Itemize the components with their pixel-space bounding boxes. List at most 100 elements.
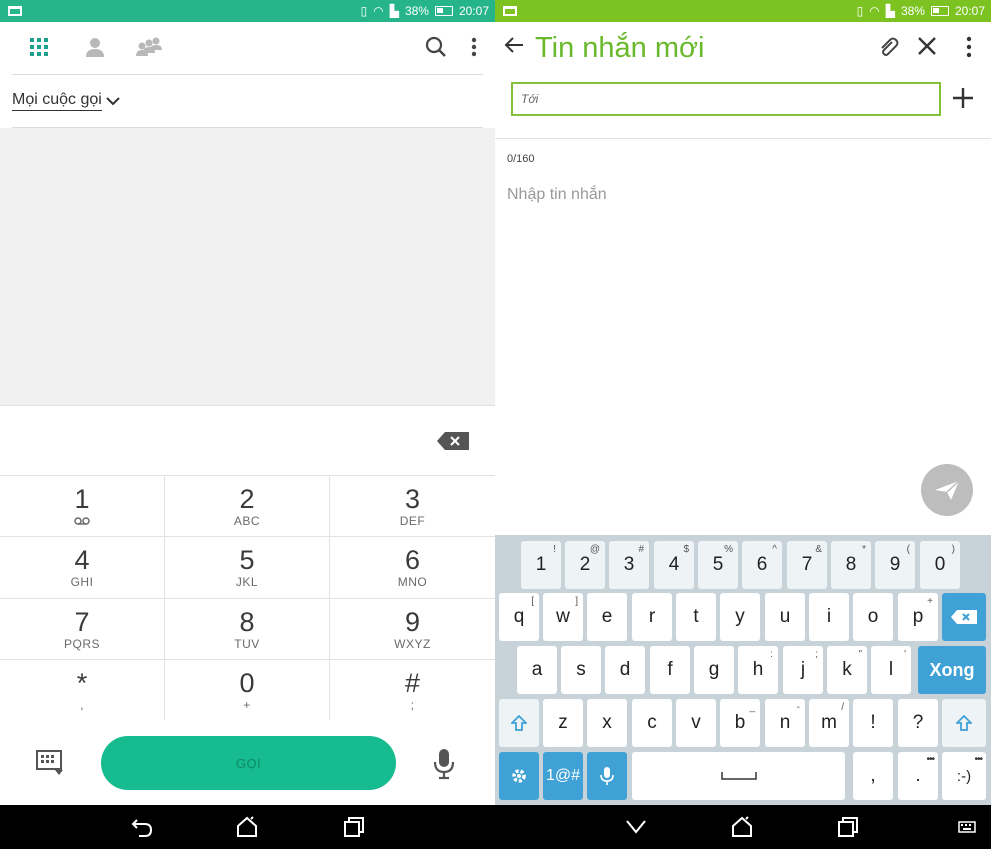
key-2[interactable]: 2 @ [565, 541, 605, 589]
comma-key[interactable]: , [853, 752, 893, 800]
search-icon[interactable] [421, 32, 451, 62]
dialpad-key-9[interactable]: 9 WXYZ [330, 599, 495, 660]
dialpad-key-4[interactable]: 4 GHI [0, 537, 165, 599]
key-q[interactable]: q[ [499, 593, 539, 641]
recipient-input[interactable]: Tới [511, 82, 941, 116]
dialpad-key-1[interactable]: 1 [0, 476, 165, 538]
key-c[interactable]: c [632, 699, 672, 747]
page-title: Tin nhắn mới [535, 32, 705, 64]
call-button[interactable]: GỌI [101, 736, 396, 790]
key-0[interactable]: 0) [920, 541, 960, 589]
dialpad-key-7[interactable]: 7 PQRS [0, 598, 165, 660]
key-x[interactable]: x [587, 699, 627, 747]
key-3[interactable]: 3 # [609, 541, 649, 589]
key-digit: 5 [239, 545, 255, 576]
key-4[interactable]: 4 $ [654, 541, 694, 589]
wifi-icon: ◠ [373, 4, 384, 18]
backspace-icon[interactable] [437, 432, 469, 450]
key-o[interactable]: o [853, 593, 893, 641]
key-e[interactable]: e [587, 593, 627, 641]
microphone-icon[interactable] [432, 748, 456, 780]
key-j[interactable]: j; [783, 646, 823, 694]
attachment-icon[interactable] [877, 36, 901, 60]
key-t[interactable]: t [676, 593, 716, 641]
shift-icon [956, 715, 972, 731]
dialpad-key-6[interactable]: 6 MNO [330, 537, 495, 599]
send-icon [935, 480, 960, 500]
recipient-placeholder: Tới [521, 92, 539, 106]
call-filter-label: Mọi cuộc gọi [12, 90, 102, 111]
key-8[interactable]: 8 * [831, 541, 871, 589]
add-recipient-icon[interactable] [951, 86, 977, 112]
groups-tab-icon[interactable] [134, 32, 164, 62]
screenshot-notification-icon [503, 6, 517, 16]
dialpad-key-8[interactable]: 8 TUV [165, 598, 330, 660]
key-9[interactable]: 9( [875, 541, 915, 589]
key-u[interactable]: u [765, 593, 805, 641]
emoticon-key[interactable]: :-) ••• [942, 752, 986, 800]
key-7[interactable]: 7 & [787, 541, 827, 589]
home-nav-icon[interactable] [233, 813, 261, 841]
key-l[interactable]: l ' [871, 646, 911, 694]
key-r[interactable]: r [632, 593, 672, 641]
space-key[interactable] [632, 752, 845, 800]
dialpad-key-hash[interactable]: #; [330, 660, 495, 721]
key-5[interactable]: 5% [698, 541, 738, 589]
battery-percent: 38% [404, 4, 429, 18]
shift-key[interactable] [499, 699, 539, 747]
key-h[interactable]: h: [738, 646, 778, 694]
key-letters: DEF [399, 514, 426, 529]
key-w[interactable]: w] [543, 593, 583, 641]
period-key[interactable]: . ••• [898, 752, 938, 800]
recent-apps-nav-icon[interactable] [340, 813, 368, 841]
key-k[interactable]: k " [827, 646, 867, 694]
symbols-key[interactable]: 1@# [543, 752, 583, 800]
key-m[interactable]: m / [809, 699, 849, 747]
key-d[interactable]: d [605, 646, 645, 694]
keyboard-settings-key[interactable] [499, 752, 539, 800]
dialpad-key-star[interactable]: *, [0, 659, 165, 721]
message-input[interactable]: Nhập tin nhắn [507, 186, 607, 204]
key-exclamation[interactable]: ! [853, 699, 893, 747]
key-y[interactable]: y [720, 593, 760, 641]
dialpad-key-0[interactable]: 0 + [165, 659, 330, 721]
key-digit: 0 [239, 667, 255, 698]
key-digit: 4 [74, 545, 90, 576]
close-icon[interactable] [917, 36, 941, 60]
back-arrow-icon[interactable] [503, 34, 529, 60]
key-letters: PQRS [63, 636, 100, 651]
send-button[interactable] [921, 464, 973, 516]
keyboard-backspace-key[interactable] [942, 593, 986, 641]
more-options-icon[interactable] [459, 32, 489, 62]
more-options-icon[interactable] [957, 36, 981, 60]
voice-input-key[interactable] [587, 752, 627, 800]
key-question[interactable]: ? [898, 699, 938, 747]
key-i[interactable]: i [809, 593, 849, 641]
key-f[interactable]: f [650, 646, 690, 694]
done-key[interactable]: Xong [918, 646, 986, 694]
key-b[interactable]: b _ [720, 699, 760, 747]
back-nav-icon[interactable] [128, 813, 156, 841]
dialpad-key-5[interactable]: 5 JKL [165, 537, 330, 599]
dialpad-key-2[interactable]: 2 ABC [165, 476, 330, 538]
key-p[interactable]: p + [898, 593, 938, 641]
dialpad-tab-icon[interactable] [24, 32, 54, 62]
home-nav-icon[interactable] [728, 813, 756, 841]
key-g[interactable]: g [694, 646, 734, 694]
keyboard-switch-icon[interactable] [953, 813, 981, 841]
key-1[interactable]: 1! [521, 541, 561, 589]
back-nav-icon[interactable] [622, 813, 650, 841]
shift-key-right[interactable] [942, 699, 986, 747]
key-s[interactable]: s [561, 646, 601, 694]
dialpad-key-3[interactable]: 3 DEF [330, 476, 495, 538]
contacts-tab-icon[interactable] [80, 32, 110, 62]
key-v[interactable]: v [676, 699, 716, 747]
key-n[interactable]: n- [765, 699, 805, 747]
key-6[interactable]: 6 ^ [742, 541, 782, 589]
hide-dialpad-icon[interactable] [36, 750, 64, 776]
recent-apps-nav-icon[interactable] [834, 813, 862, 841]
clock: 20:07 [458, 4, 489, 18]
key-a[interactable]: a [517, 646, 557, 694]
call-filter-dropdown[interactable]: Mọi cuộc gọi [12, 90, 120, 111]
key-z[interactable]: z [543, 699, 583, 747]
